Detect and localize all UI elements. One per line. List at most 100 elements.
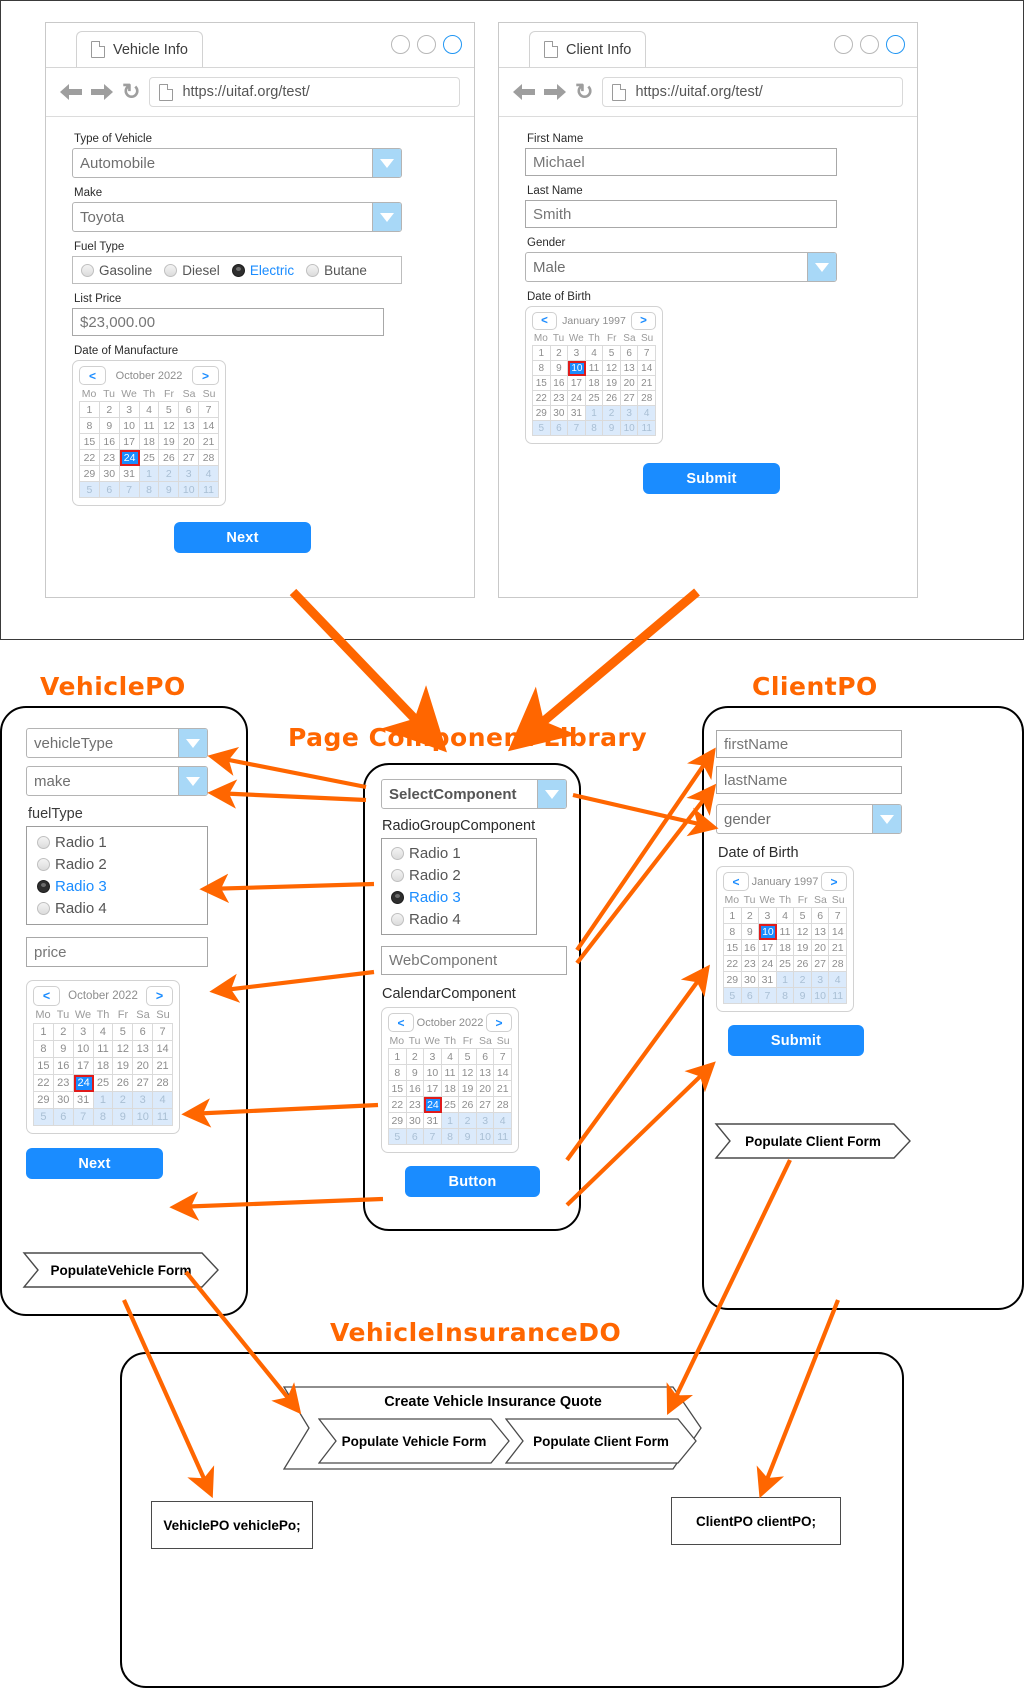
fuel-type-radio-group[interactable]: Gasoline Diesel Electric Butane [72, 256, 402, 284]
calendar-day[interactable]: 14 [494, 1065, 512, 1081]
radio-option[interactable]: Radio 4 [391, 911, 527, 928]
radio-button-icon[interactable] [37, 880, 50, 893]
calendar-day[interactable]: 29 [80, 466, 100, 482]
calendar-day[interactable]: 22 [34, 1075, 54, 1092]
calendar-day[interactable]: 27 [179, 450, 200, 466]
calendar-day[interactable]: 8 [93, 1109, 114, 1126]
calendar-day[interactable]: 31 [73, 1092, 94, 1109]
calendar-day[interactable]: 18 [585, 376, 604, 391]
calendar-day[interactable]: 1 [139, 466, 160, 482]
calendar-day[interactable]: 9 [406, 1065, 425, 1081]
calendar-day[interactable]: 20 [620, 376, 639, 391]
calendar-component[interactable]: < October 2022 > Mo Tu We Th Fr Sa Su 1 2 3 4 5 6 7 8 9 10 1… [381, 1007, 519, 1153]
calendar-day-grid[interactable]: 1 2 3 4 5 6 7 8 9 10 11 12 13 14 15 16 17 18 19 20 21 22 23 24 2… [532, 345, 656, 436]
calendar-day[interactable]: 8 [724, 924, 742, 940]
url-input[interactable]: https://uitaf.org/test/ [149, 77, 460, 107]
calendar-day[interactable]: 9 [603, 421, 621, 436]
calendar-next-button[interactable]: > [821, 872, 847, 891]
calendar-day[interactable]: 16 [99, 434, 120, 450]
calendar-day[interactable]: 13 [620, 361, 639, 376]
calendar-next-button[interactable]: > [192, 366, 219, 385]
calendar-day[interactable]: 7 [829, 908, 847, 924]
calendar-day[interactable]: 7 [73, 1109, 94, 1126]
calendar-day[interactable]: 7 [759, 988, 777, 1004]
forward-arrow-icon[interactable] [544, 84, 566, 100]
calendar-day[interactable]: 31 [759, 972, 777, 988]
calendar-day[interactable]: 6 [550, 421, 569, 436]
calendar-day[interactable]: 3 [179, 466, 200, 482]
radio-option[interactable]: Radio 2 [391, 867, 527, 884]
calendar-day[interactable]: 11 [776, 924, 795, 940]
minimize-dot-icon[interactable] [391, 35, 410, 54]
calendar-day[interactable]: 18 [139, 434, 160, 450]
calendar-day[interactable]: 5 [80, 482, 100, 498]
radio-option[interactable]: Diesel [164, 263, 220, 278]
calendar-day[interactable]: 9 [159, 482, 180, 498]
calendar-day[interactable]: 23 [406, 1097, 425, 1113]
calendar-day[interactable]: 29 [724, 972, 742, 988]
calendar-day[interactable]: 16 [550, 376, 569, 391]
radio-button-icon[interactable] [81, 263, 94, 277]
calendar-day[interactable]: 9 [459, 1129, 477, 1145]
calendar-day[interactable]: 2 [113, 1092, 134, 1109]
calendar-day[interactable]: 17 [568, 376, 586, 391]
calendar-day[interactable]: 31 [424, 1113, 442, 1129]
calendar-day[interactable]: 20 [476, 1081, 495, 1097]
calendar-day[interactable]: 31 [568, 406, 586, 421]
radio-option[interactable]: Radio 2 [37, 856, 197, 873]
calendar-day[interactable]: 15 [389, 1081, 407, 1097]
calendar-day[interactable]: 11 [494, 1129, 512, 1145]
calendar-day[interactable]: 18 [93, 1058, 114, 1075]
forward-arrow-icon[interactable] [91, 84, 113, 100]
calendar-day[interactable]: 27 [133, 1075, 154, 1092]
calendar-day[interactable]: 11 [829, 988, 847, 1004]
back-arrow-icon[interactable] [60, 84, 82, 100]
calendar-day[interactable]: 6 [99, 482, 120, 498]
calendar-day[interactable]: 2 [459, 1113, 477, 1129]
calendar-day[interactable]: 8 [441, 1129, 460, 1145]
calendar-day[interactable]: 19 [113, 1058, 134, 1075]
calendar-day[interactable]: 1 [585, 406, 604, 421]
radio-button-icon[interactable] [37, 858, 50, 871]
calendar-day[interactable]: 4 [638, 406, 656, 421]
calendar-day[interactable]: 11 [153, 1109, 173, 1126]
calendar-day[interactable]: 28 [153, 1075, 173, 1092]
calendar-day[interactable]: 22 [724, 956, 742, 972]
calendar-day[interactable]: 11 [93, 1041, 114, 1058]
clientpo-firstname-input[interactable]: firstName [716, 730, 902, 758]
chevron-down-icon[interactable] [872, 805, 901, 833]
calendar-day[interactable]: 3 [476, 1113, 495, 1129]
calendar-day[interactable]: 20 [811, 940, 830, 956]
calendar-day[interactable]: 18 [776, 940, 795, 956]
calendar-day[interactable]: 26 [794, 956, 812, 972]
vehiclepo-calendar[interactable]: < October 2022 > Mo Tu We Th Fr Sa Su 1 2 3 4 5 6 7 8 9 10 1… [26, 980, 180, 1134]
close-dot-icon[interactable] [886, 35, 905, 54]
radio-option[interactable]: Radio 1 [391, 845, 527, 862]
calendar-day[interactable]: 4 [199, 466, 219, 482]
calendar-day[interactable]: 8 [389, 1065, 407, 1081]
calendar-day[interactable]: 8 [80, 418, 100, 434]
minimize-dot-icon[interactable] [834, 35, 853, 54]
radio-button-icon[interactable] [231, 263, 245, 277]
chevron-down-icon[interactable] [537, 780, 566, 808]
calendar-day[interactable]: 26 [603, 391, 621, 406]
library-button[interactable]: Button [405, 1166, 540, 1197]
calendar-day[interactable]: 3 [119, 402, 140, 418]
calendar-day[interactable]: 8 [776, 988, 795, 1004]
calendar-day[interactable]: 7 [494, 1049, 512, 1065]
calendar-day[interactable]: 21 [829, 940, 847, 956]
calendar-day-selected[interactable]: 10 [568, 361, 586, 376]
calendar-day[interactable]: 21 [494, 1081, 512, 1097]
submit-button[interactable]: Submit [643, 463, 780, 494]
next-button[interactable]: Next [174, 522, 311, 553]
calendar-day[interactable]: 14 [153, 1041, 173, 1058]
calendar-day[interactable]: 4 [93, 1024, 114, 1041]
calendar-day[interactable]: 10 [811, 988, 830, 1004]
calendar-day[interactable]: 17 [119, 434, 140, 450]
calendar-day[interactable]: 11 [139, 418, 160, 434]
calendar-day[interactable]: 17 [759, 940, 777, 956]
clientpo-gender-select[interactable]: gender [716, 804, 902, 834]
calendar-day[interactable]: 12 [794, 924, 812, 940]
calendar-day[interactable]: 18 [441, 1081, 460, 1097]
calendar-day[interactable]: 15 [724, 940, 742, 956]
